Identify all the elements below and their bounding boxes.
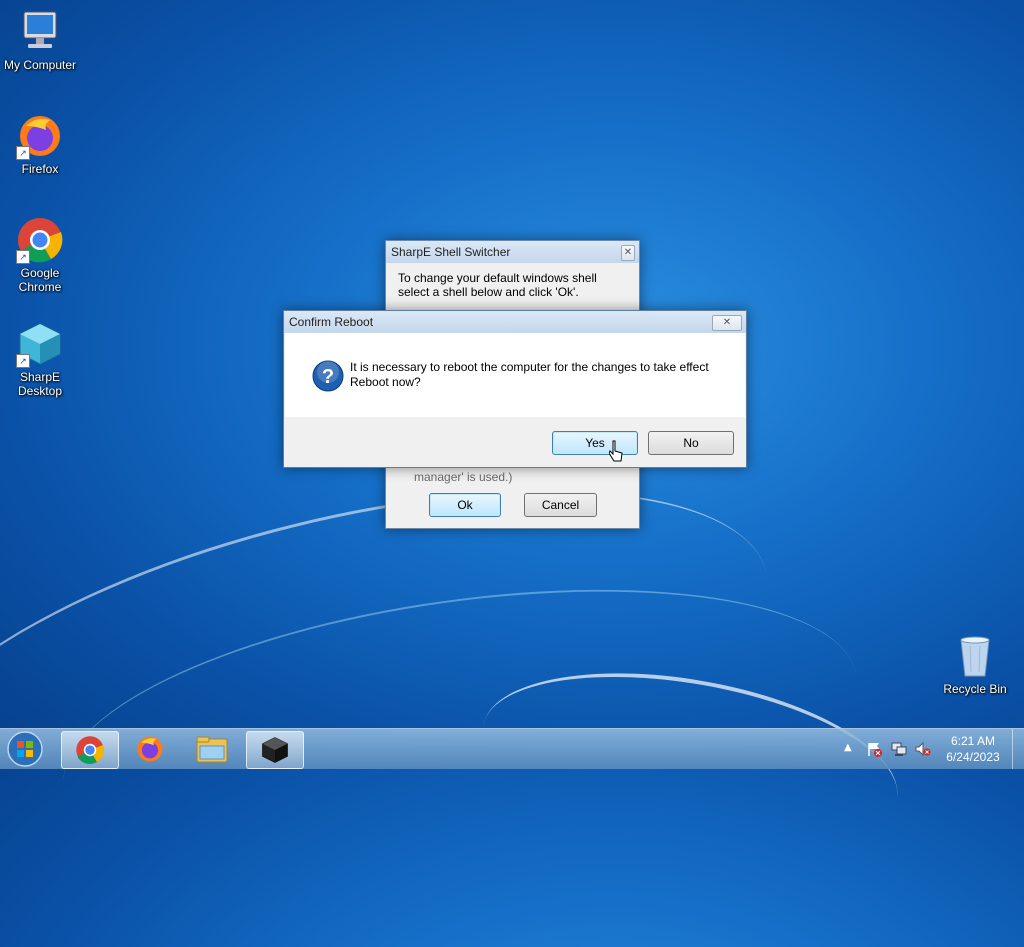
taskbar-file-explorer[interactable] bbox=[184, 731, 240, 767]
switcher-instruction: To change your default windows shell sel… bbox=[398, 271, 597, 299]
recycle-bin-icon bbox=[951, 632, 999, 680]
taskbar: ▲ 6:21 AM 6/24/2023 bbox=[0, 728, 1024, 769]
chrome-icon: ↗ bbox=[16, 216, 64, 264]
desktop-icon-label: Recycle Bin bbox=[943, 682, 1007, 696]
desktop-icon-label: SharpE Desktop bbox=[17, 370, 63, 398]
desktop-icon-my-computer[interactable]: My Computer bbox=[0, 8, 80, 72]
show-hidden-icons-button[interactable]: ▲ bbox=[844, 742, 852, 753]
firefox-icon bbox=[137, 736, 163, 762]
desktop-icon-label: Google Chrome bbox=[18, 266, 62, 294]
dialog-body: ? It is necessary to reboot the computer… bbox=[285, 333, 745, 417]
close-icon: ✕ bbox=[623, 247, 633, 258]
no-button[interactable]: No bbox=[648, 431, 734, 455]
message-line: It is necessary to reboot the computer f… bbox=[350, 360, 709, 374]
clock-time: 6:21 AM bbox=[950, 734, 996, 748]
show-desktop-button[interactable] bbox=[1012, 729, 1024, 769]
confirm-titlebar: Confirm Reboot ✕ bbox=[284, 311, 746, 333]
close-button[interactable]: ✕ bbox=[712, 315, 742, 331]
window-title: SharpE Shell Switcher bbox=[391, 245, 511, 259]
taskbar-firefox[interactable] bbox=[122, 731, 178, 767]
cancel-button[interactable]: Cancel bbox=[524, 493, 597, 517]
dialog-message: It is necessary to reboot the computer f… bbox=[350, 360, 709, 390]
mouse-cursor-icon bbox=[608, 440, 623, 462]
desktop-icon-firefox[interactable]: ↗ Firefox bbox=[0, 112, 80, 176]
chrome-icon bbox=[76, 736, 104, 764]
volume-muted-icon[interactable] bbox=[915, 741, 931, 757]
message-line: Reboot now? bbox=[350, 375, 421, 389]
svg-text:?: ? bbox=[322, 366, 334, 388]
desktop-icon-sharpe-desktop[interactable]: ↗ SharpE Desktop bbox=[0, 320, 80, 398]
switcher-partial-text: manager' is used.) bbox=[414, 470, 513, 484]
desktop-icon-label: Firefox bbox=[21, 162, 59, 176]
sharpe-cube-icon: ↗ bbox=[16, 320, 64, 368]
start-button[interactable] bbox=[6, 730, 44, 768]
shortcut-arrow-icon: ↗ bbox=[16, 146, 30, 160]
sharpe-cube-icon bbox=[262, 737, 288, 763]
shortcut-arrow-icon: ↗ bbox=[16, 354, 30, 368]
desktop-icon-label: My Computer bbox=[3, 58, 77, 72]
question-icon: ? bbox=[312, 360, 344, 392]
taskbar-clock[interactable]: 6:21 AM 6/24/2023 bbox=[940, 733, 1006, 765]
dialog-title: Confirm Reboot bbox=[289, 315, 374, 329]
close-button[interactable]: ✕ bbox=[621, 245, 635, 261]
yes-button[interactable]: Yes bbox=[552, 431, 638, 455]
network-icon[interactable] bbox=[891, 741, 907, 757]
shell-switcher-titlebar: SharpE Shell Switcher ✕ bbox=[386, 241, 639, 263]
action-center-flag-icon[interactable] bbox=[866, 741, 882, 757]
close-icon: ✕ bbox=[722, 317, 732, 328]
windows-orb-icon bbox=[7, 731, 43, 767]
shortcut-arrow-icon: ↗ bbox=[16, 250, 30, 264]
confirm-reboot-dialog: Confirm Reboot ✕ ? It is necessary to re… bbox=[283, 310, 747, 468]
taskbar-sharpe-desktop[interactable] bbox=[246, 731, 304, 769]
desktop-icon-google-chrome[interactable]: ↗ Google Chrome bbox=[0, 216, 80, 294]
clock-date: 6/24/2023 bbox=[946, 750, 1000, 764]
ok-button[interactable]: Ok bbox=[429, 493, 501, 517]
taskbar-chrome[interactable] bbox=[61, 731, 119, 769]
folder-icon bbox=[196, 736, 228, 763]
computer-icon bbox=[16, 8, 64, 56]
chevron-up-icon: ▲ bbox=[844, 742, 852, 753]
firefox-icon: ↗ bbox=[16, 112, 64, 160]
desktop-icon-recycle-bin[interactable]: Recycle Bin bbox=[935, 632, 1015, 696]
